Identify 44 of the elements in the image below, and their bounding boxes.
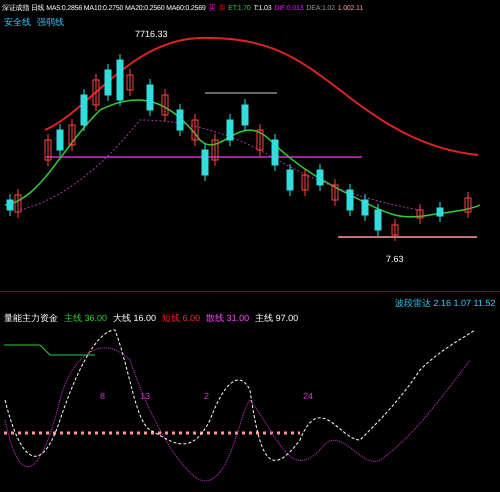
candlestick	[104, 64, 112, 102]
candlestick	[162, 88, 168, 122]
candlestick	[362, 194, 368, 222]
indicator-readout: 波段雷达 2.16 1.07 11.52	[395, 298, 496, 309]
candlestick	[256, 124, 264, 156]
legend-value: 散线 31.00	[206, 313, 250, 324]
candlestick	[302, 168, 308, 196]
candlestick	[116, 54, 124, 106]
legend-value: 主线 36.00	[64, 313, 108, 324]
line-label: 安全线	[4, 17, 31, 28]
candlestick	[92, 74, 100, 112]
candlestick	[332, 178, 338, 206]
candlestick	[176, 104, 184, 136]
candlestick	[436, 202, 444, 222]
candlestick	[212, 134, 218, 166]
candlestick	[272, 134, 278, 172]
candlestick	[286, 164, 294, 196]
candlestick	[242, 98, 248, 132]
legend-value: 大线 16.00	[113, 313, 156, 324]
signal-number: 8	[100, 391, 106, 402]
high-price-label: 7716.33	[135, 29, 168, 40]
candlestick	[464, 192, 472, 218]
candlestick	[146, 78, 154, 116]
candlestick	[316, 164, 324, 192]
candlestick	[68, 118, 76, 152]
candlestick	[80, 88, 88, 132]
candlestick	[226, 114, 234, 146]
candlestick	[44, 134, 52, 166]
candlestick	[126, 68, 134, 96]
candlestick	[56, 124, 64, 156]
candlestick	[392, 218, 398, 242]
legend-value: 短线 6.00	[162, 313, 200, 324]
candlestick	[346, 184, 354, 216]
signal-number: 24	[303, 391, 314, 402]
signal-number: 2	[204, 391, 210, 402]
line-label: 强弱线	[37, 17, 64, 28]
candlestick	[192, 114, 198, 146]
candlestick	[202, 144, 208, 182]
signal-number: 13	[140, 391, 150, 402]
legend-value: 主线 97.00	[255, 313, 298, 324]
low-price-label: 7.63	[386, 254, 404, 265]
legend-value: 量能主力资金	[4, 313, 58, 324]
candlestick	[374, 204, 382, 236]
candlestick	[416, 204, 424, 224]
